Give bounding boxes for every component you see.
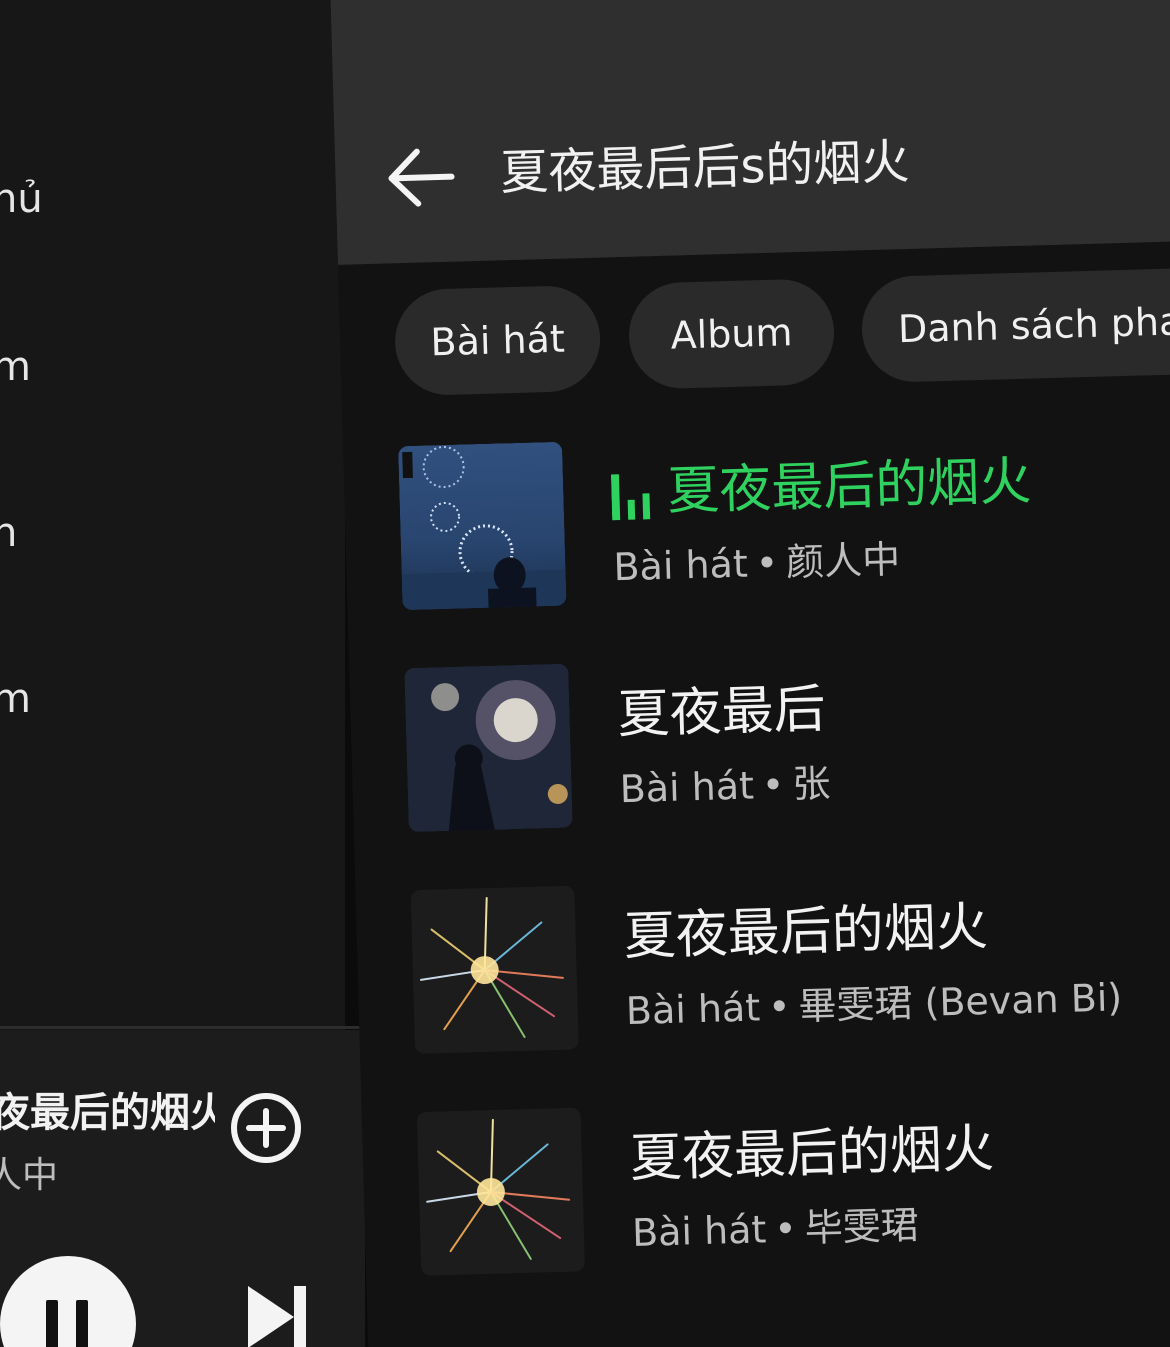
result-title: 夏夜最后 [616,679,827,746]
plus-circle-icon[interactable] [230,1092,302,1164]
search-panel: 夏夜最后后s的烟火 Bài hát Album Danh sách pha 夏夜… [330,0,1170,1347]
album-art [404,663,573,833]
now-playing-artist: 人中 [0,1155,59,1196]
result-subtitle: Bài hát • 颜人中 [613,528,901,591]
list-item[interactable]: 夏夜最后的烟火 Bài hát • 畢雯珺 (Bevan Bi) [410,868,1170,1065]
album-art [410,885,579,1055]
sidebar-item-home[interactable]: hủ [0,176,43,222]
separator-dot: • [761,762,785,808]
result-subtitle: Bài hát • 毕雯珺 [631,1194,919,1257]
filter-chip-playlists[interactable]: Danh sách pha [860,265,1170,384]
sidebar-divider [0,1026,362,1029]
result-title: 夏夜最后的烟火 [629,1118,995,1190]
sidebar-item-4[interactable]: m [0,676,31,722]
result-type: Bài hát [625,985,761,1034]
result-subtitle: Bài hát • 张 [619,752,834,813]
result-type: Bài hát [631,1207,767,1256]
result-subtitle: Bài hát • 畢雯珺 (Bevan Bi) [625,966,1123,1035]
filter-chip-songs[interactable]: Bài hát [393,284,602,397]
separator-dot: • [767,984,792,1030]
sidebar-item-3[interactable]: n [0,510,17,556]
search-query[interactable]: 夏夜最后后s的烟火 [499,122,910,203]
result-type: Bài hát [612,541,749,590]
app-window: hủ m n m 夜最后的烟火 人中 夏夜最后后s的烟火 Bài hát Alb… [0,0,1170,1347]
pause-bar-left [46,1300,58,1347]
search-header: 夏夜最后后s的烟火 [330,0,1170,265]
result-artist: 张 [791,761,831,807]
filter-chip-album[interactable]: Album [627,278,836,390]
list-item[interactable]: 夏夜最后的烟火 Bài hát • 颜人中 [398,424,1170,621]
result-type: Bài hát [619,763,755,812]
list-item[interactable]: 夏夜最后 Bài hát • 张 [404,646,1170,843]
arrow-left-icon[interactable] [385,147,459,209]
result-artist: 毕雯珺 [804,1203,920,1251]
equalizer-icon [610,473,656,521]
now-playing-title: 夜最后的烟火 [0,1090,215,1136]
skip-next-icon[interactable] [246,1282,310,1347]
separator-dot: • [773,1206,798,1252]
separator-dot: • [755,540,779,586]
album-art [398,441,567,611]
pause-bar-right [76,1300,88,1347]
result-artist: 畢雯珺 (Bevan Bi) [797,975,1123,1029]
sidebar-item-2[interactable]: m [0,344,31,390]
list-item[interactable]: 夏夜最后的烟火 Bài hát • 毕雯珺 [416,1090,1170,1287]
album-art [416,1107,586,1276]
result-artist: 颜人中 [785,537,901,585]
result-title: 夏夜最后的烟火 [623,897,989,968]
result-title: 夏夜最后的烟火 [666,451,1033,522]
